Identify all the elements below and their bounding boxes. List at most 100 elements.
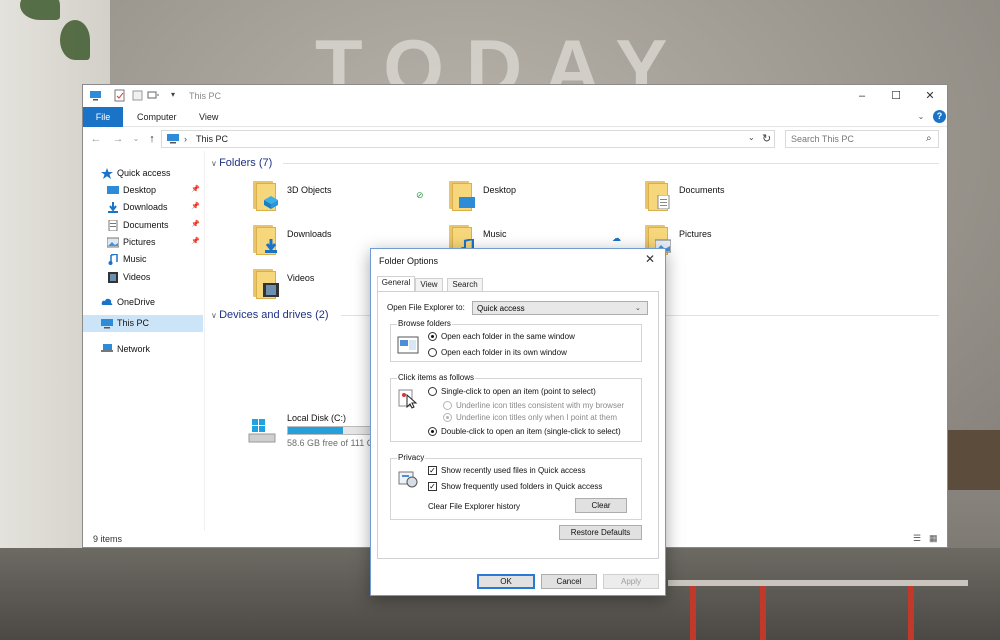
sidebar-item-label: OneDrive (117, 297, 156, 307)
properties-icon[interactable] (113, 89, 126, 102)
title-bar: ▾ This PC – ☐ ✕ (83, 85, 947, 107)
checkbox-recent-files[interactable]: ✓ (428, 466, 437, 475)
recent-files-label[interactable]: Show recently used files in Quick access (441, 466, 586, 475)
checkbox-frequent-folders[interactable]: ✓ (428, 482, 437, 491)
search-icon[interactable]: ⌕ (926, 133, 932, 144)
tab-view[interactable]: View (415, 278, 443, 291)
browse-folders-group: Browse folders Open each folder in the s… (390, 319, 642, 362)
browse-window-icon (397, 336, 419, 354)
click-items-group: Click items as follows Single-click to o… (390, 373, 642, 442)
sidebar-item-this-pc[interactable]: This PC (83, 315, 203, 332)
expand-ribbon-icon[interactable]: ⌄ (915, 111, 927, 123)
pin-icon[interactable]: 📌 (191, 185, 200, 193)
sidebar-item-onedrive[interactable]: OneDrive (83, 294, 203, 311)
folder-documents[interactable]: Documents (645, 179, 835, 219)
chevron-down-icon[interactable]: ⌄ (748, 133, 755, 142)
refresh-icon[interactable]: ↻ (762, 132, 771, 145)
search-input[interactable]: Search This PC ⌕ (785, 130, 939, 148)
pin-icon[interactable]: 📌 (191, 202, 200, 210)
dialog-title: Folder Options (379, 256, 439, 266)
videos-icon (107, 272, 119, 283)
sidebar-item-pictures[interactable]: Pictures 📌 (83, 234, 203, 251)
radio-underline-point[interactable] (443, 413, 452, 422)
radio-own-window[interactable] (428, 348, 437, 357)
new-folder-icon[interactable] (131, 89, 144, 102)
recent-locations-icon[interactable]: ⌄ (129, 132, 143, 146)
pin-icon[interactable]: 📌 (191, 237, 200, 245)
table-leg (908, 586, 914, 640)
sidebar-item-music[interactable]: Music (83, 251, 203, 268)
customize-toolbar-icon[interactable] (147, 89, 160, 102)
details-view-icon[interactable]: ☰ (913, 533, 925, 544)
frequent-folders-label[interactable]: Show frequently used folders in Quick ac… (441, 482, 602, 491)
folders-group-header[interactable]: ∨ Folders (7) (211, 157, 272, 169)
apply-button[interactable]: Apply (603, 574, 659, 589)
tab-computer[interactable]: Computer (137, 107, 177, 127)
sidebar-item-label: Desktop (123, 185, 157, 195)
tab-general[interactable]: General (377, 276, 415, 291)
browse-folders-title: Browse folders (397, 319, 452, 328)
folder-label: Music (483, 229, 507, 239)
sidebar-item-label: Videos (123, 272, 151, 282)
chevron-down-icon[interactable]: ▾ (171, 90, 184, 103)
sidebar-item-downloads[interactable]: Downloads 📌 (83, 199, 203, 216)
open-explorer-select[interactable]: Quick access ⌄ (472, 301, 648, 315)
radio-underline-browser[interactable] (443, 401, 452, 410)
clear-button[interactable]: Clear (575, 498, 627, 513)
close-button[interactable]: ✕ (917, 88, 943, 104)
radio-double-click[interactable] (428, 427, 437, 436)
clear-history-label: Clear File Explorer history (428, 502, 521, 511)
sidebar-item-label: Music (123, 254, 147, 264)
sync-check-icon: ⊘ (416, 190, 424, 200)
folder-3d-objects[interactable]: 3D Objects (253, 179, 443, 219)
breadcrumb-chevron-icon[interactable]: › (184, 134, 187, 144)
folder-desktop[interactable]: Desktop (449, 179, 639, 219)
chevron-down-icon[interactable]: ∨ (211, 159, 219, 168)
tab-search[interactable]: Search (447, 278, 483, 291)
radio-single-click[interactable] (428, 387, 437, 396)
large-icons-view-icon[interactable]: ▦ (929, 533, 941, 544)
double-click-label[interactable]: Double-click to open an item (single-cli… (441, 427, 621, 436)
folder-label: Downloads (287, 229, 332, 239)
address-text[interactable]: This PC (196, 134, 228, 144)
restore-defaults-button[interactable]: Restore Defaults (559, 525, 642, 540)
ok-button[interactable]: OK (477, 574, 535, 589)
sidebar-item-network[interactable]: Network (83, 341, 203, 358)
forward-button[interactable]: → (111, 132, 125, 146)
folder-pictures[interactable]: Pictures (645, 223, 835, 263)
radio-same-window[interactable] (428, 332, 437, 341)
up-button[interactable]: ↑ (145, 132, 159, 146)
help-icon[interactable]: ? (933, 110, 946, 123)
tab-view[interactable]: View (199, 107, 218, 127)
cloud-icon: ☁ (612, 233, 621, 243)
sidebar-item-documents[interactable]: Documents 📌 (83, 217, 203, 234)
sidebar-item-quick-access[interactable]: Quick access (83, 165, 203, 182)
sidebar-item-label: Downloads (123, 202, 168, 212)
address-bar[interactable]: › This PC ⌄ ↻ (161, 130, 775, 148)
chevron-down-icon[interactable]: ∨ (211, 311, 219, 320)
pin-icon[interactable]: 📌 (191, 220, 200, 228)
cancel-button[interactable]: Cancel (541, 574, 597, 589)
sidebar-item-desktop[interactable]: Desktop 📌 (83, 182, 203, 199)
single-click-label[interactable]: Single-click to open an item (point to s… (441, 387, 596, 396)
open-explorer-label: Open File Explorer to: (387, 303, 465, 312)
back-button[interactable]: ← (89, 132, 103, 146)
drive-name: Local Disk (C:) (287, 413, 347, 423)
folder-label: 3D Objects (287, 185, 332, 195)
minimize-button[interactable]: – (849, 88, 875, 104)
this-pc-icon (167, 134, 179, 144)
dialog-close-button[interactable]: ✕ (645, 252, 655, 266)
maximize-button[interactable]: ☐ (883, 88, 909, 104)
own-window-label[interactable]: Open each folder in its own window (441, 348, 567, 357)
same-window-label[interactable]: Open each folder in the same window (441, 332, 575, 341)
navigation-pane: Quick access Desktop 📌 Downloads 📌 Documents 📌… (83, 151, 205, 531)
table-leg (690, 586, 696, 640)
music-icon (107, 253, 119, 265)
search-placeholder: Search This PC (791, 134, 854, 144)
devices-group-header[interactable]: ∨ Devices and drives (2) (211, 309, 329, 321)
folder-icon (253, 267, 281, 301)
sidebar-item-videos[interactable]: Videos (83, 269, 203, 286)
sidebar-item-label: Network (117, 344, 151, 354)
tab-file[interactable]: File (83, 107, 123, 127)
folder-label: Documents (679, 185, 725, 195)
